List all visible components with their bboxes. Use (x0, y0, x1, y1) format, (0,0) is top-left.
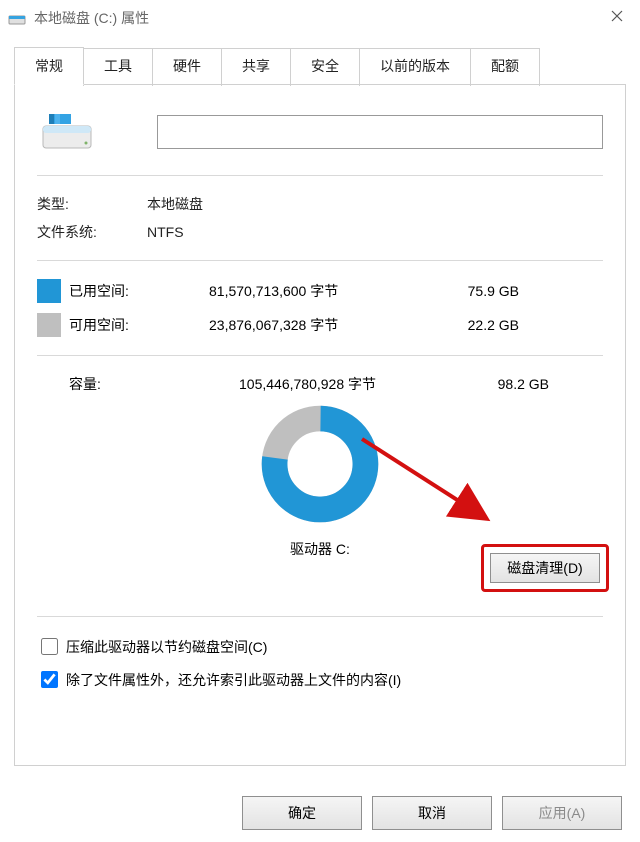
close-button[interactable] (594, 0, 640, 32)
drive-name-input[interactable] (157, 115, 603, 149)
cancel-button[interactable]: 取消 (372, 796, 492, 830)
separator (37, 616, 603, 617)
disk-cleanup-button[interactable]: 磁盘清理(D) (490, 553, 600, 583)
cleanup-highlight: 磁盘清理(D) (481, 544, 609, 592)
apply-button[interactable]: 应用(A) (502, 796, 622, 830)
tab-quota[interactable]: 配额 (470, 48, 540, 86)
usage-donut-chart (260, 404, 380, 524)
compress-checkbox[interactable] (41, 638, 58, 655)
tabs: 常规 工具 硬件 共享 安全 以前的版本 配额 (14, 46, 640, 84)
tab-tools[interactable]: 工具 (83, 48, 153, 86)
used-label: 已用空间: (69, 281, 209, 301)
used-swatch (37, 279, 61, 303)
free-gb: 22.2 GB (429, 317, 519, 333)
compress-label: 压缩此驱动器以节约磁盘空间(C) (66, 637, 267, 657)
capacity-gb: 98.2 GB (459, 376, 549, 392)
free-bytes: 23,876,067,328 字节 (209, 315, 429, 335)
drive-icon (37, 107, 97, 157)
tab-general[interactable]: 常规 (14, 47, 84, 85)
ok-button[interactable]: 确定 (242, 796, 362, 830)
fs-value: NTFS (147, 224, 184, 240)
titlebar: 本地磁盘 (C:) 属性 (0, 0, 640, 36)
separator (37, 175, 603, 176)
index-checkbox[interactable] (41, 671, 58, 688)
used-bytes: 81,570,713,600 字节 (209, 281, 429, 301)
tab-sharing[interactable]: 共享 (221, 48, 291, 86)
free-swatch (37, 313, 61, 337)
index-label: 除了文件属性外，还允许索引此驱动器上文件的内容(I) (66, 670, 401, 690)
general-panel: 类型: 本地磁盘 文件系统: NTFS 已用空间: 81,570,713,600… (14, 84, 626, 766)
fs-label: 文件系统: (37, 222, 147, 242)
window-title: 本地磁盘 (C:) 属性 (34, 8, 149, 28)
tab-security[interactable]: 安全 (290, 48, 360, 86)
tab-previous[interactable]: 以前的版本 (359, 48, 471, 86)
type-label: 类型: (37, 194, 147, 214)
tab-hardware[interactable]: 硬件 (152, 48, 222, 86)
free-label: 可用空间: (69, 315, 209, 335)
capacity-bytes: 105,446,780,928 字节 (239, 374, 459, 394)
used-gb: 75.9 GB (429, 283, 519, 299)
dialog-footer: 确定 取消 应用(A) (242, 796, 622, 830)
separator (37, 260, 603, 261)
annotation-arrow (357, 434, 517, 544)
type-value: 本地磁盘 (147, 194, 203, 214)
separator (37, 355, 603, 356)
capacity-label: 容量: (37, 374, 239, 394)
drive-icon-small (8, 9, 26, 27)
